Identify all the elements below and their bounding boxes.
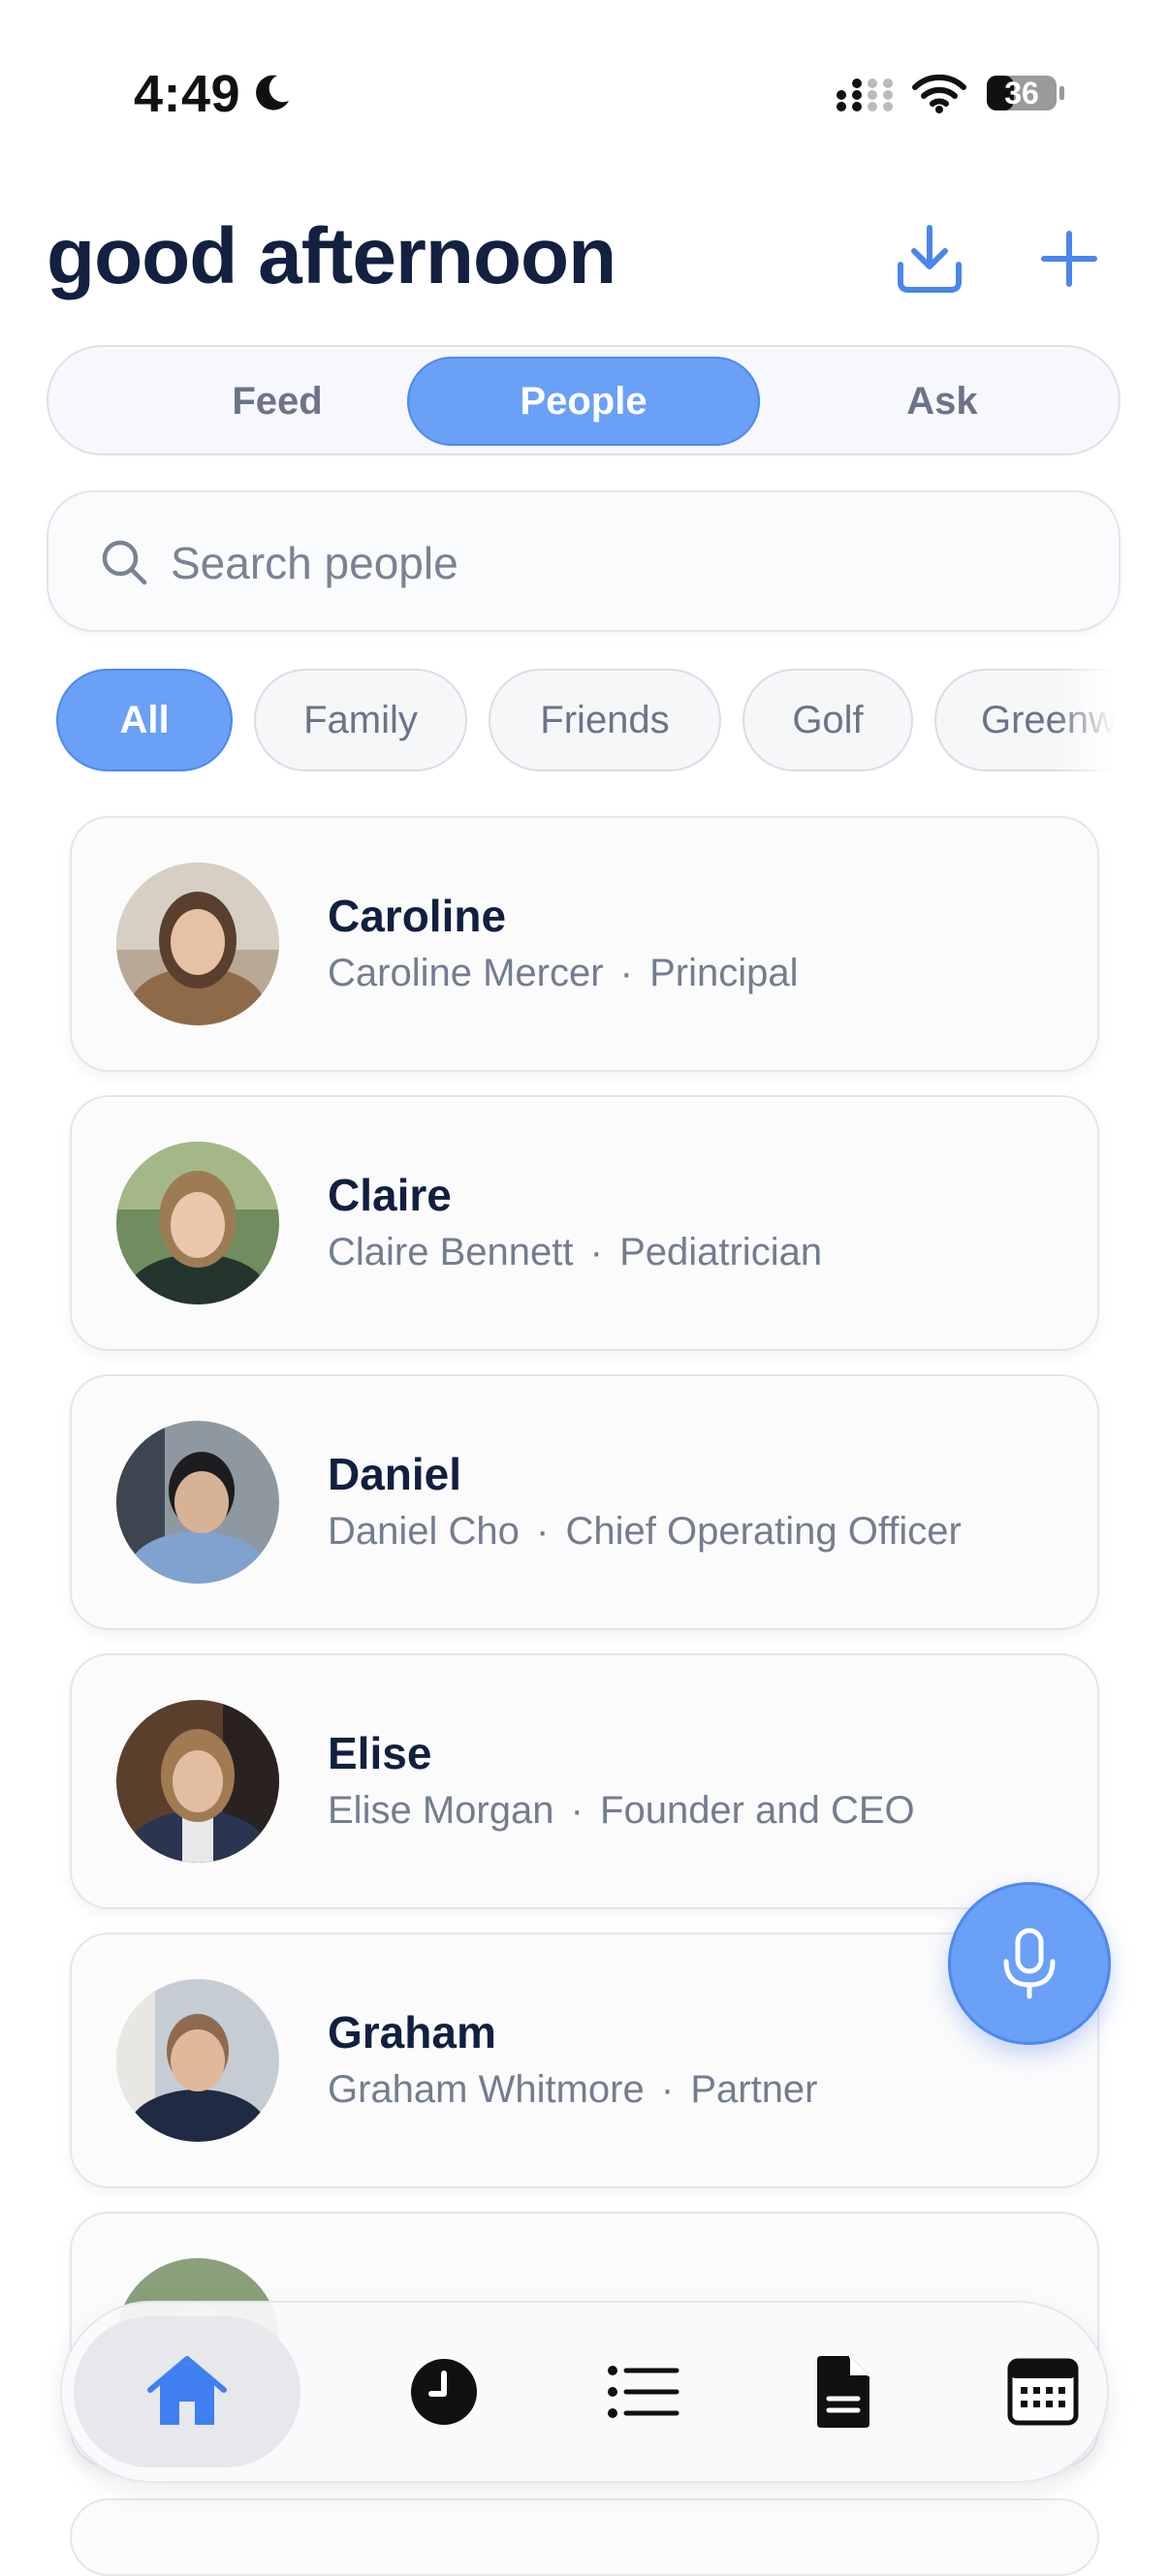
tab-list[interactable] (547, 2316, 741, 2467)
tab-ask[interactable]: Ask (806, 357, 1078, 446)
download-icon (898, 225, 962, 293)
person-name: Caroline (328, 891, 507, 941)
tab-history[interactable] (347, 2316, 541, 2467)
status-time: 4:49 (134, 65, 241, 123)
microphone-icon (1003, 1928, 1056, 1999)
tab-home[interactable] (74, 2316, 300, 2467)
filter-chip-golf[interactable]: Golf (742, 669, 913, 771)
avatar (116, 1142, 279, 1304)
list-item[interactable] (70, 2498, 1099, 2576)
avatar (116, 1421, 279, 1584)
voice-input-button[interactable] (948, 1882, 1111, 2045)
tab-documents[interactable] (746, 2316, 940, 2467)
calendar-icon (1007, 2358, 1079, 2426)
filter-chips: All Family Friends Golf Greenw (0, 669, 1115, 775)
person-details: Graham Whitmore · Partner (328, 2068, 818, 2111)
search-input[interactable] (169, 531, 1045, 595)
person-details: Daniel Cho · Chief Operating Officer (328, 1510, 962, 1553)
plus-icon (1041, 231, 1097, 287)
page-title: good afternoon (47, 212, 616, 300)
person-card[interactable]: Caroline Caroline Mercer · Principal (70, 816, 1099, 1072)
filter-chip-all[interactable]: All (56, 669, 233, 771)
tab-feed[interactable]: Feed (101, 357, 454, 446)
person-name: Claire (328, 1170, 452, 1220)
bottom-tab-bar (60, 2301, 1109, 2483)
avatar (116, 1979, 279, 2142)
download-button[interactable] (886, 215, 973, 302)
avatar (116, 1700, 279, 1863)
tab-people[interactable]: People (407, 357, 760, 446)
person-card[interactable]: Claire Claire Bennett · Pediatrician (70, 1095, 1099, 1351)
person-details: Caroline Mercer · Principal (328, 952, 799, 994)
person-name: Graham (328, 2007, 496, 2058)
person-details: Elise Morgan · Founder and CEO (328, 1789, 915, 1832)
document-icon (817, 2356, 869, 2428)
person-name: Daniel (328, 1449, 462, 1499)
clock-icon (411, 2359, 477, 2425)
person-card[interactable]: Graham Graham Whitmore · Partner (70, 1932, 1099, 2188)
person-name: Elise (328, 1728, 432, 1778)
add-person-button[interactable] (1026, 215, 1113, 302)
filter-chip-friends[interactable]: Friends (489, 669, 721, 771)
battery-level: 36 (1004, 76, 1039, 110)
moon-icon (256, 75, 289, 110)
filter-chip-family[interactable]: Family (254, 669, 467, 771)
search-icon (102, 540, 147, 585)
cellular-signal-icon (837, 79, 893, 111)
list-icon (608, 2366, 679, 2418)
view-segmented-control: Feed People Ask (47, 345, 1121, 456)
person-card[interactable]: Elise Elise Morgan · Founder and CEO (70, 1653, 1099, 1909)
avatar (116, 863, 279, 1025)
person-details: Claire Bennett · Pediatrician (328, 1231, 823, 1273)
person-card[interactable]: Daniel Daniel Cho · Chief Operating Offi… (70, 1374, 1099, 1630)
tab-calendar[interactable] (946, 2316, 1140, 2467)
search-bar (47, 490, 1121, 632)
home-icon (147, 2356, 227, 2425)
wifi-icon (912, 74, 966, 113)
